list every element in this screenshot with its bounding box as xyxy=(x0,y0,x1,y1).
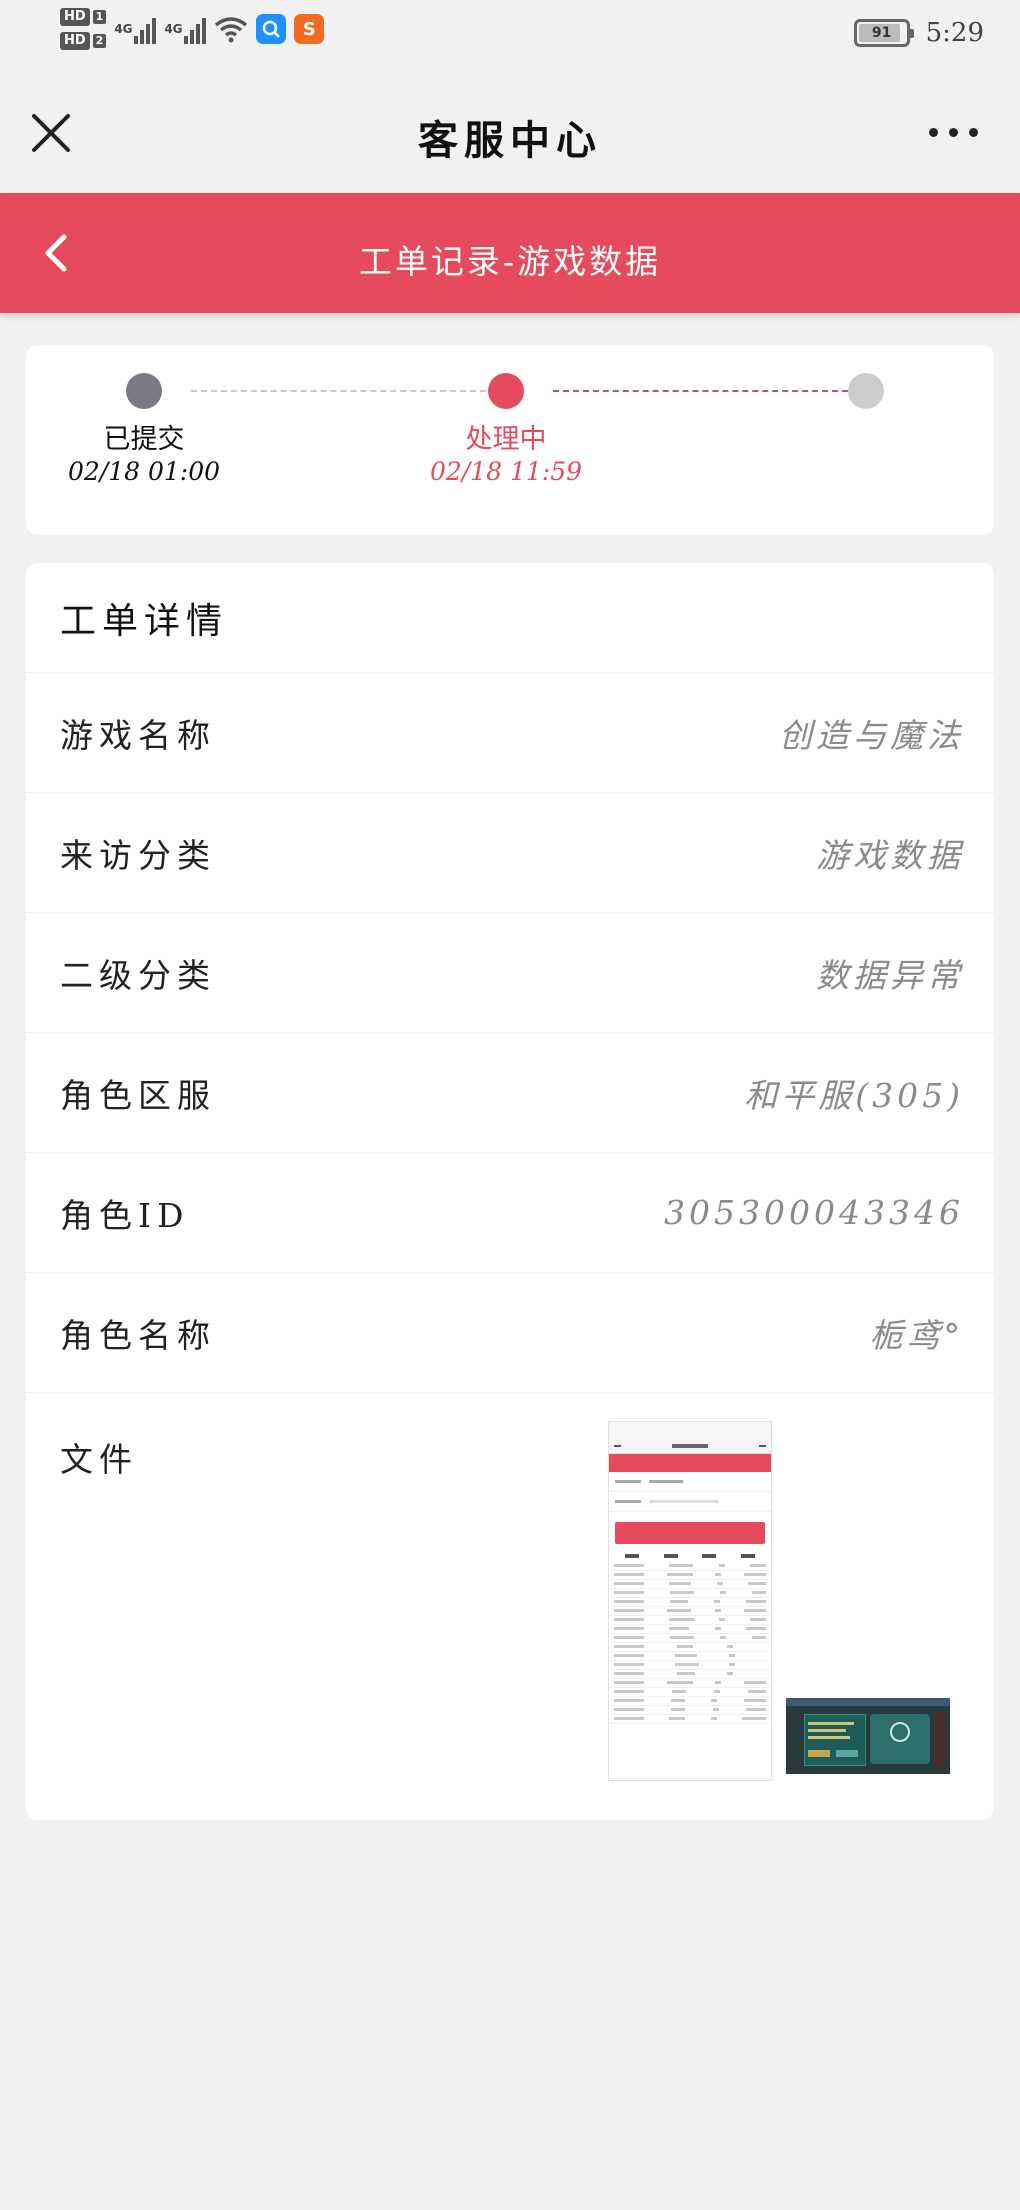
detail-heading: 工单详情 xyxy=(26,563,994,673)
detail-value: 305300043346 xyxy=(664,1193,964,1232)
detail-row-server: 角色区服 和平服(305) xyxy=(26,1033,994,1153)
detail-key: 二级分类 xyxy=(60,955,216,995)
sim2-hd-badge: HD xyxy=(60,32,90,50)
detail-key: 游戏名称 xyxy=(60,715,216,755)
step-complete-dot xyxy=(848,373,884,409)
file-thumbnail-screenshot[interactable] xyxy=(608,1421,772,1781)
step-submitted-time: 02/18 01:00 xyxy=(67,457,221,486)
sim1-indicator: HD 1 xyxy=(60,8,107,26)
network-1-label: 4G xyxy=(114,22,133,36)
detail-key: 来访分类 xyxy=(60,835,216,875)
detail-row-game-name: 游戏名称 创造与魔法 xyxy=(26,673,994,793)
battery-icon: 91 xyxy=(853,19,914,47)
sogou-app-icon: S xyxy=(294,14,325,44)
detail-value: 数据异常 xyxy=(816,955,964,995)
sim1-number: 1 xyxy=(92,10,107,24)
step-submitted-label: 已提交 xyxy=(103,424,185,455)
step-processing-dot xyxy=(488,373,524,409)
detail-value: 栀鸢° xyxy=(869,1315,964,1355)
detail-row-visit-category: 来访分类 游戏数据 xyxy=(26,793,994,913)
sim2-indicator: HD 2 xyxy=(60,32,107,50)
signal-2-icon: 4G xyxy=(164,14,207,44)
step-connector-1 xyxy=(191,390,486,392)
detail-value: 和平服(305) xyxy=(744,1075,964,1115)
file-thumbnail-game[interactable] xyxy=(786,1698,950,1774)
file-label: 文件 xyxy=(60,1440,138,1479)
step-submitted-dot xyxy=(126,373,162,409)
status-bar: HD 1 HD 2 4G 4G S 91 5:29 xyxy=(0,0,1020,70)
network-2-label: 4G xyxy=(164,22,183,36)
sim-indicators: HD 1 HD 2 xyxy=(60,8,107,50)
detail-row-files: 文件 xyxy=(26,1393,994,1793)
sim1-hd-badge: HD xyxy=(60,8,90,26)
detail-row-sub-category: 二级分类 数据异常 xyxy=(26,913,994,1033)
step-processing-label: 处理中 xyxy=(465,424,547,455)
step-processing-time: 02/18 11:59 xyxy=(429,457,583,486)
detail-key: 角色区服 xyxy=(60,1075,216,1115)
status-time: 5:29 xyxy=(925,18,984,48)
step-connector-2 xyxy=(553,390,848,392)
wifi-icon xyxy=(215,17,248,43)
detail-key: 角色名称 xyxy=(60,1315,216,1355)
sim2-number: 2 xyxy=(92,34,107,48)
detail-value: 创造与魔法 xyxy=(779,715,964,755)
detail-key: 角色ID xyxy=(60,1195,190,1235)
detail-row-role-name: 角色名称 栀鸢° xyxy=(26,1273,994,1393)
detail-value: 游戏数据 xyxy=(816,835,964,875)
section-header: 工单记录-游戏数据 xyxy=(0,193,1020,313)
battery-level: 91 xyxy=(871,25,892,41)
detail-row-role-id: 角色ID 305300043346 xyxy=(26,1153,994,1273)
progress-card: 已提交 02/18 01:00 处理中 02/18 11:59 xyxy=(26,345,994,535)
header-title: 工单记录-游戏数据 xyxy=(358,242,662,281)
search-app-icon xyxy=(256,14,287,44)
status-left: HD 1 HD 2 4G 4G S xyxy=(60,8,325,50)
signal-1-icon: 4G xyxy=(114,14,157,44)
ticket-detail-card: 工单详情 游戏名称 创造与魔法 来访分类 游戏数据 二级分类 数据异常 角色区服… xyxy=(26,563,994,1820)
more-options-icon[interactable] xyxy=(929,128,978,137)
title-bar: 客服中心 xyxy=(0,70,1020,192)
page-title: 客服中心 xyxy=(418,117,602,164)
status-right: 91 5:29 xyxy=(853,18,984,48)
